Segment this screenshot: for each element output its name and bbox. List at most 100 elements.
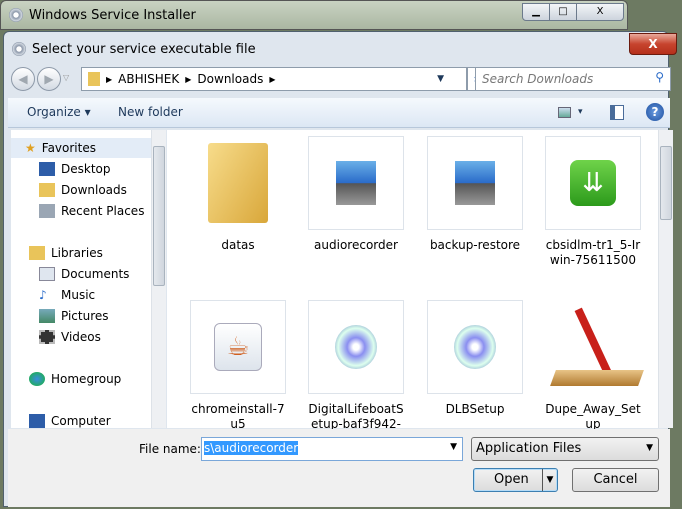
breadcrumb-abhishek[interactable]: ABHISHEK: [118, 72, 179, 86]
new-folder-button[interactable]: New folder: [118, 105, 183, 119]
organize-button[interactable]: Organize ▾: [27, 105, 91, 119]
installer-icon: [336, 161, 376, 205]
nav-documents[interactable]: Documents: [11, 264, 151, 284]
crumb-separator-icon: ▶: [185, 74, 192, 84]
file-item-backup-restore[interactable]: backup-restore: [427, 136, 523, 253]
nav-libraries[interactable]: Libraries: [11, 243, 151, 263]
nav-downloads[interactable]: Downloads: [11, 180, 151, 200]
nav-label: Documents: [61, 267, 130, 281]
homegroup-icon: [29, 372, 45, 386]
navigation-pane: ★ Favorites Desktop Downloads Recent Plac…: [11, 130, 166, 428]
recent-places-icon: [39, 204, 55, 218]
file-name: DLBSetup: [445, 402, 505, 416]
file-name-dropdown-icon[interactable]: ▼: [450, 442, 457, 452]
maximize-button[interactable]: □: [549, 3, 577, 21]
dialog-gear-icon: [12, 42, 26, 56]
content-scrollbar[interactable]: [658, 130, 673, 428]
view-dropdown-icon[interactable]: ▾: [578, 107, 583, 117]
nav-scrollbar[interactable]: [151, 130, 166, 428]
libraries-icon: [29, 246, 45, 260]
open-file-dialog: Select your service executable file X ◀ …: [3, 31, 677, 507]
outer-close-button[interactable]: X: [576, 3, 624, 21]
file-name: chromeinstall-7u5: [191, 402, 285, 431]
videos-icon: [39, 330, 55, 344]
nav-music[interactable]: ♪ Music: [11, 285, 151, 305]
crumb-separator-icon: ▶: [269, 74, 276, 84]
file-list: datas audiorecorder backup-restore ⇊ cbsi…: [167, 130, 673, 476]
help-icon[interactable]: ?: [646, 103, 664, 121]
nav-label: Pictures: [61, 309, 109, 323]
file-item-chromeinstall[interactable]: ☕ chromeinstall-7u5: [190, 300, 286, 432]
music-icon: ♪: [39, 288, 47, 302]
address-bar[interactable]: ▶ ABHISHEK ▶ Downloads ▶ ▼: [81, 67, 467, 91]
dialog-title: Select your service executable file: [32, 42, 256, 57]
app-gear-icon: [9, 8, 23, 22]
file-item-dupe-away[interactable]: Dupe_Away_Setup: [545, 300, 644, 432]
file-name-value: s\audiorecorder: [204, 441, 299, 455]
nav-label: Computer: [51, 414, 111, 428]
nav-label: Libraries: [51, 246, 103, 260]
file-name: cbsidlm-tr1_5-Irwin-75611500: [545, 238, 641, 267]
forward-button[interactable]: ▶: [37, 67, 61, 91]
minimize-button[interactable]: ▁: [522, 3, 550, 21]
nav-homegroup[interactable]: Homegroup: [11, 369, 151, 389]
desktop-icon: [39, 162, 55, 176]
recent-pages-dropdown[interactable]: ▽: [63, 73, 69, 82]
nav-label: Recent Places: [61, 204, 145, 218]
setup-cd-icon: [335, 325, 377, 369]
search-input[interactable]: Search Downloads ⚲: [475, 67, 671, 91]
broom-icon: [549, 304, 644, 390]
nav-pictures[interactable]: Pictures: [11, 306, 151, 326]
open-label: Open: [494, 472, 529, 487]
nav-label: Videos: [61, 330, 101, 344]
open-button[interactable]: Open ▼: [473, 468, 558, 492]
crumb-separator-icon: ▶: [106, 74, 113, 84]
documents-icon: [39, 267, 55, 281]
file-item-dlbsetup[interactable]: DLBSetup: [427, 300, 523, 417]
star-icon: ★: [25, 141, 36, 155]
file-name-label: File name:: [139, 442, 201, 456]
nav-videos[interactable]: Videos: [11, 327, 151, 347]
setup-cd-icon: [454, 325, 496, 369]
file-name: audiorecorder: [314, 238, 398, 252]
file-type-select[interactable]: Application Files ▼: [471, 437, 659, 461]
nav-label: Downloads: [61, 183, 127, 197]
nav-desktop[interactable]: Desktop: [11, 159, 151, 179]
cancel-button[interactable]: Cancel: [572, 468, 659, 492]
open-dropdown-icon[interactable]: ▼: [542, 469, 557, 491]
file-name: backup-restore: [429, 238, 521, 252]
search-icon: ⚲: [655, 70, 664, 84]
file-name-input[interactable]: s\audiorecorder ▼: [201, 437, 463, 461]
nav-favorites[interactable]: ★ Favorites: [11, 138, 151, 158]
file-name: datas: [221, 238, 255, 252]
file-item-datas[interactable]: datas: [190, 136, 286, 253]
nav-scrollbar-thumb[interactable]: [153, 146, 165, 286]
back-button[interactable]: ◀: [11, 67, 35, 91]
computer-icon: [29, 414, 45, 428]
preview-pane-icon[interactable]: [610, 105, 624, 120]
file-type-dropdown-icon: ▼: [646, 443, 653, 453]
dialog-close-button[interactable]: X: [629, 33, 677, 55]
pictures-icon: [39, 309, 55, 323]
content-scrollbar-thumb[interactable]: [660, 146, 672, 220]
nav-label: Homegroup: [51, 372, 122, 386]
folder-icon: [208, 143, 268, 223]
nav-label: Music: [61, 288, 96, 302]
change-view-icon[interactable]: [558, 107, 571, 118]
toolbar: Organize ▾ New folder ▾ ?: [8, 98, 670, 128]
outer-window-title: Windows Service Installer: [29, 8, 196, 23]
nav-label: Desktop: [61, 162, 111, 176]
file-item-audiorecorder[interactable]: audiorecorder: [308, 136, 404, 253]
nav-computer[interactable]: Computer: [11, 411, 151, 431]
file-item-cbsidlm[interactable]: ⇊ cbsidlm-tr1_5-Irwin-75611500: [545, 136, 641, 268]
installer-icon: [455, 161, 495, 205]
file-name: Dupe_Away_Setup: [545, 402, 641, 431]
download-green-icon: ⇊: [570, 160, 616, 206]
nav-recent-places[interactable]: Recent Places: [11, 201, 151, 221]
java-icon: ☕: [214, 323, 262, 371]
breadcrumb-downloads[interactable]: Downloads: [197, 72, 263, 86]
dialog-footer: File name: s\audiorecorder ▼ Application …: [8, 429, 670, 507]
outer-window-titlebar: Windows Service Installer ▁ □ X: [0, 0, 628, 30]
downloads-folder-icon: [39, 183, 55, 197]
address-dropdown-icon[interactable]: ▼: [437, 74, 444, 84]
